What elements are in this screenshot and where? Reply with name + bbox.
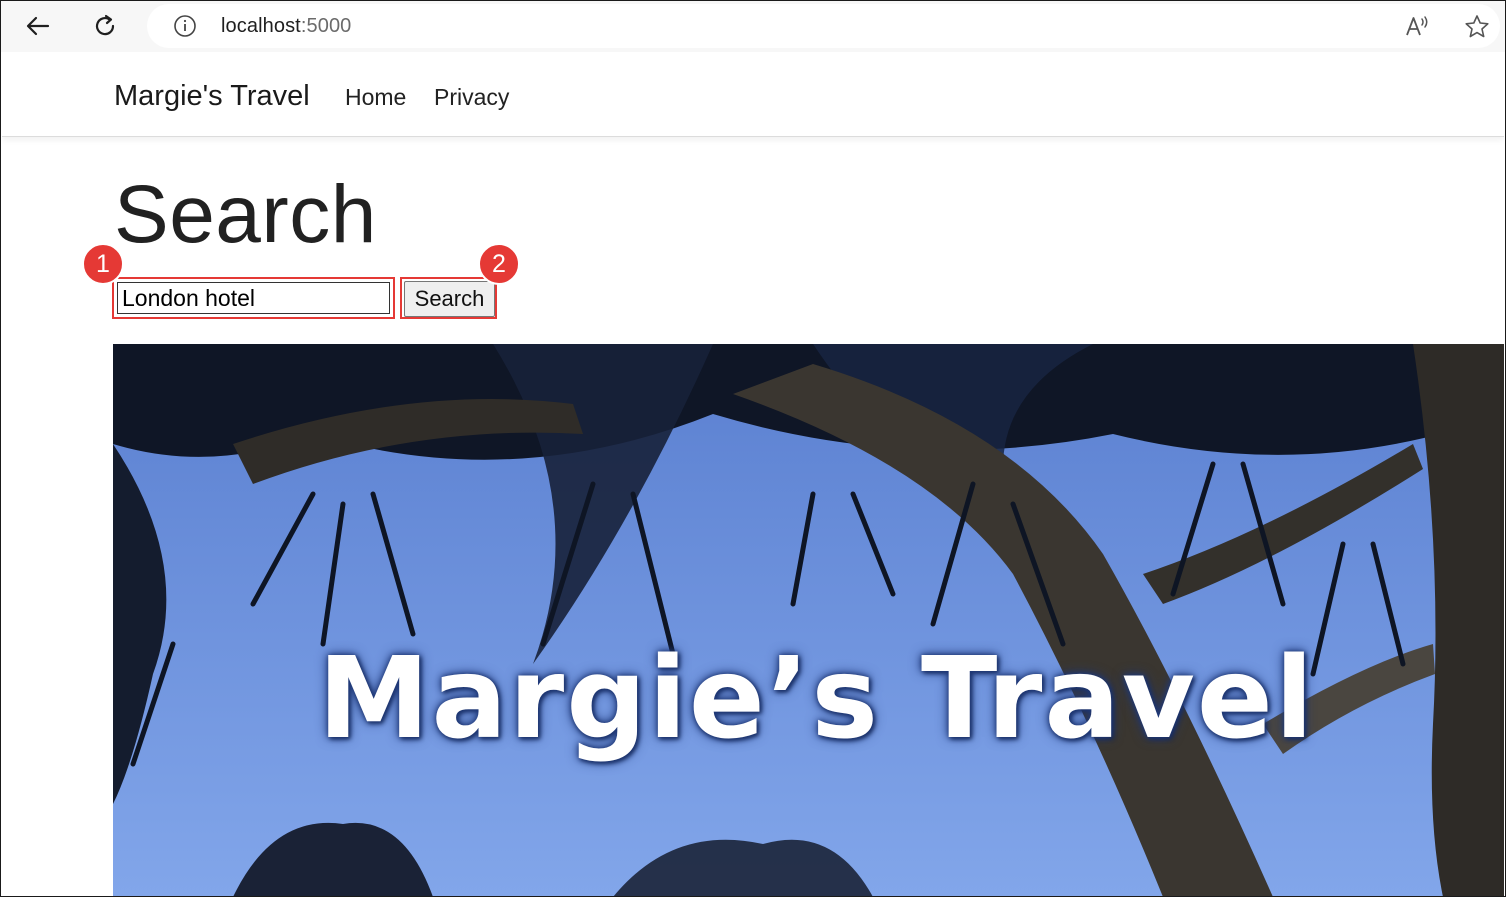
nav-link-privacy[interactable]: Privacy <box>434 84 509 111</box>
page-viewport: Margie's Travel Home Privacy Search Sear… <box>2 52 1504 897</box>
address-bar[interactable]: localhost:5000 <box>147 4 1500 48</box>
hero-title: Margie’s Travel <box>318 634 1316 764</box>
palm-tree-photo <box>113 344 1504 897</box>
step-badge-1: 1 <box>82 243 124 285</box>
info-icon[interactable] <box>173 14 197 38</box>
page-title: Search <box>114 169 377 260</box>
site-navbar: Margie's Travel Home Privacy <box>2 52 1504 137</box>
back-button[interactable] <box>20 8 56 44</box>
step-badge-2: 2 <box>478 243 520 285</box>
read-aloud-button[interactable] <box>1402 12 1432 42</box>
search-button-highlight: Search <box>400 277 497 319</box>
url-host: localhost <box>221 15 301 37</box>
favorite-button[interactable] <box>1462 12 1492 42</box>
favorite-star-icon <box>1465 15 1489 38</box>
nav-link-home[interactable]: Home <box>345 84 406 111</box>
search-button[interactable]: Search <box>404 281 495 317</box>
url-text[interactable]: localhost:5000 <box>221 15 351 38</box>
reload-icon <box>95 14 115 36</box>
read-aloud-icon <box>1406 16 1428 36</box>
search-input-highlight <box>112 277 395 319</box>
back-arrow-icon <box>26 16 50 36</box>
url-port: :5000 <box>300 15 352 37</box>
reload-button[interactable] <box>87 8 123 44</box>
browser-toolbar: localhost:5000 <box>0 0 1506 52</box>
search-input[interactable] <box>117 282 390 314</box>
hero-image: Margie’s Travel <box>113 344 1504 897</box>
site-brand[interactable]: Margie's Travel <box>114 80 310 113</box>
